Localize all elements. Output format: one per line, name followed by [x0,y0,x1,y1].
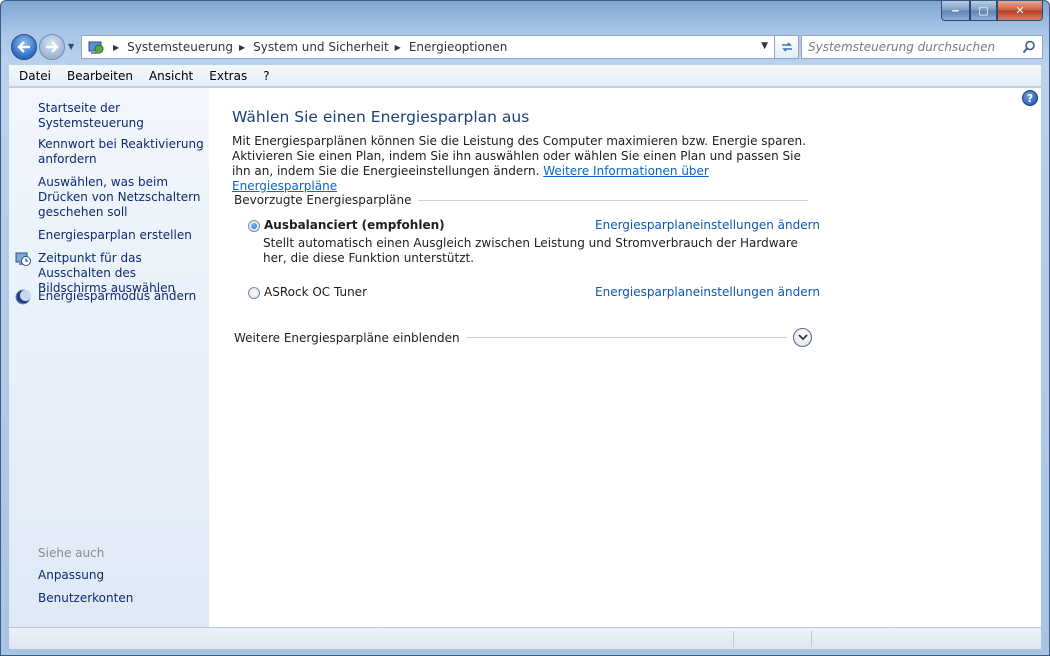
display-clock-icon [15,252,31,266]
search-box[interactable] [801,35,1043,59]
sidebar-link-kennwort[interactable]: Kennwort bei Reaktivierung anfordern [38,137,208,167]
forward-button[interactable] [39,34,65,60]
status-divider [733,631,734,647]
help-icon[interactable]: ? [1022,90,1038,106]
preferred-plans-label: Bevorzugte Energiesparpläne [234,193,412,207]
close-button[interactable]: ✕ [997,1,1043,21]
minimize-button[interactable]: ‒ [941,1,970,21]
content-area: Startseite der Systemsteuerung Kennwort … [9,88,1041,627]
menu-help[interactable]: ? [255,69,277,83]
menu-bar: Datei Bearbeiten Ansicht Extras ? [9,65,1041,87]
breadcrumb-systemsteuerung[interactable]: Systemsteuerung [127,40,233,54]
status-divider [811,631,812,647]
breadcrumb-separator[interactable]: ▶ [113,43,119,52]
breadcrumb-system-und-sicherheit[interactable]: System und Sicherheit [253,40,389,54]
control-panel-icon [85,38,107,56]
divider [465,337,787,338]
window-frame: ‒ ▢ ✕ ▼ ▶ Systemsteuerung ▶ System und S… [0,0,1050,656]
refresh-button[interactable] [775,35,799,59]
plan-name-ausbalanciert[interactable]: Ausbalanciert (empfohlen) [264,218,445,232]
back-button[interactable] [11,34,37,60]
navigation-row: ▼ ▶ Systemsteuerung ▶ System und Sicherh… [9,32,1043,62]
search-icon[interactable] [1022,40,1036,54]
sidebar-link-netzschalter[interactable]: Auswählen, was beim Drücken von Netzscha… [38,175,208,220]
search-input[interactable] [808,40,1018,54]
sidebar-link-energiesparmodus[interactable]: Energiesparmodus ändern [38,289,208,304]
plan-settings-link-ausbalanciert[interactable]: Energiesparplaneinstellungen ändern [595,218,820,232]
sidebar-link-plan-erstellen[interactable]: Energiesparplan erstellen [38,228,208,243]
breadcrumb-separator[interactable]: ▶ [395,43,401,52]
maximize-button[interactable]: ▢ [970,1,997,21]
address-dropdown-icon[interactable]: ▼ [761,41,768,51]
more-plans-header[interactable]: Weitere Energiesparpläne einblenden [234,328,812,347]
preferred-plans-header: Bevorzugte Energiesparpläne [234,193,808,207]
intro-paragraph: Mit Energiesparplänen können Sie die Lei… [232,134,806,178]
sidebar-link-anpassung[interactable]: Anpassung [38,568,208,583]
recent-pages-dropdown[interactable]: ▼ [68,42,74,51]
more-plans-label[interactable]: Weitere Energiesparpläne einblenden [234,331,460,345]
moon-icon [15,289,31,305]
chevron-down-icon [797,334,808,341]
arrow-right-icon [46,41,59,53]
plan-radio-ausbalanciert[interactable] [248,220,260,232]
breadcrumb-separator[interactable]: ▶ [239,43,245,52]
arrow-left-icon [17,41,30,53]
see-also-heading: Siehe auch [38,546,105,560]
maximize-icon: ▢ [978,4,989,17]
minimize-icon: ‒ [951,4,960,17]
main-panel: ? Wählen Sie einen Energiesparplan aus M… [209,88,1041,627]
plan-settings-link-asrock[interactable]: Energiesparplaneinstellungen ändern [595,285,820,299]
divider [417,199,808,201]
caption-buttons: ‒ ▢ ✕ [941,1,1043,21]
sidebar-link-benutzerkonten[interactable]: Benutzerkonten [38,591,208,606]
menu-extras[interactable]: Extras [201,69,255,83]
plan-name-asrock[interactable]: ASRock OC Tuner [264,285,367,299]
expand-more-plans-button[interactable] [793,328,812,347]
close-icon: ✕ [1015,4,1025,17]
breadcrumb-energieoptionen[interactable]: Energieoptionen [409,40,508,54]
plan-radio-asrock[interactable] [248,287,260,299]
address-bar[interactable]: ▶ Systemsteuerung ▶ System und Sicherhei… [81,35,775,59]
sidebar-link-startseite[interactable]: Startseite der Systemsteuerung [38,101,208,131]
menu-bearbeiten[interactable]: Bearbeiten [59,69,141,83]
intro-text: Mit Energiesparplänen können Sie die Lei… [232,134,817,194]
refresh-icon [781,42,792,52]
status-bar [9,627,1041,649]
sidebar: Startseite der Systemsteuerung Kennwort … [9,88,209,627]
menu-ansicht[interactable]: Ansicht [141,69,201,83]
menu-datei[interactable]: Datei [9,69,59,83]
plan-description-ausbalanciert: Stellt automatisch einen Ausgleich zwisc… [263,236,798,265]
page-title: Wählen Sie einen Energiesparplan aus [232,108,530,126]
